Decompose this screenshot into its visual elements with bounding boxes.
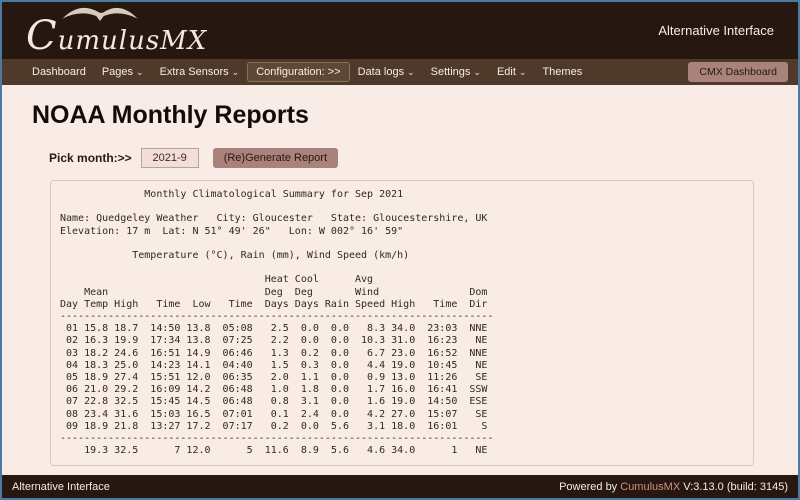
nav-item-label: Pages (102, 66, 133, 78)
nav-item-extra-sensors[interactable]: Extra Sensors ⌄ (152, 62, 248, 82)
nav-item-settings[interactable]: Settings ⌄ (423, 62, 489, 82)
nav-item-edit[interactable]: Edit ⌄ (489, 62, 535, 82)
nav-item-label: Settings (431, 66, 471, 78)
footer-bar: Alternative Interface Powered by Cumulus… (2, 475, 798, 498)
nav-item-label: Themes (542, 66, 582, 78)
regenerate-report-button[interactable]: (Re)Generate Report (213, 148, 338, 168)
nav-item-label: Dashboard (32, 66, 86, 78)
nav-item-label: Edit (497, 66, 516, 78)
nav-item-themes[interactable]: Themes (534, 62, 590, 82)
bird-logo-icon (62, 1, 138, 25)
chevron-down-icon: ⌄ (232, 68, 240, 77)
report-controls: Pick month:>> 2021-9 (Re)Generate Report (49, 148, 798, 168)
version-label: V:3.13.0 (build: 3145) (680, 481, 788, 493)
powered-by-prefix: Powered by (559, 481, 620, 493)
noaa-report-text: Monthly Climatological Summary for Sep 2… (60, 189, 747, 457)
chevron-down-icon: ⌄ (473, 68, 481, 77)
app-logo[interactable]: CumulusMX (26, 4, 207, 58)
cmx-dashboard-button[interactable]: CMX Dashboard (688, 62, 788, 82)
app-window: CumulusMX Alternative Interface Dashboar… (0, 0, 800, 500)
nav-item-label: Extra Sensors (160, 66, 229, 78)
chevron-down-icon: ⌄ (136, 68, 144, 77)
page-title: NOAA Monthly Reports (32, 101, 798, 130)
top-header: CumulusMX Alternative Interface (2, 2, 798, 59)
nav-item-dashboard[interactable]: Dashboard (24, 62, 94, 82)
pick-month-label: Pick month:>> (49, 151, 132, 165)
powered-by: Powered by CumulusMX V:3.13.0 (build: 31… (559, 481, 788, 493)
nav-item-configuration[interactable]: Configuration: >> (247, 62, 349, 82)
cumulusmx-link[interactable]: CumulusMX (620, 481, 680, 493)
chevron-down-icon: ⌄ (407, 68, 415, 77)
nav-item-label: Data logs (358, 66, 404, 78)
alternative-interface-label: Alternative Interface (658, 23, 774, 38)
nav-item-data-logs[interactable]: Data logs ⌄ (350, 62, 423, 82)
nav-item-label: Configuration: >> (256, 66, 340, 78)
footer-left-label: Alternative Interface (12, 481, 110, 493)
month-select[interactable]: 2021-9 (141, 148, 199, 168)
report-panel: Monthly Climatological Summary for Sep 2… (50, 180, 754, 466)
chevron-down-icon: ⌄ (519, 68, 527, 77)
nav-item-pages[interactable]: Pages ⌄ (94, 62, 152, 82)
main-content: NOAA Monthly Reports Pick month:>> 2021-… (2, 85, 798, 475)
main-nav: Dashboard Pages ⌄ Extra Sensors ⌄ Config… (2, 59, 798, 85)
